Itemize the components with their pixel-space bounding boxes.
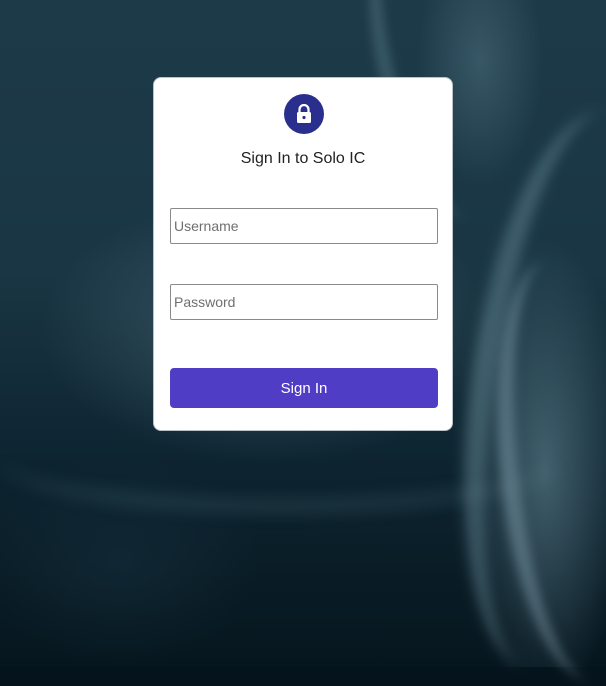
fabric-fold [478,253,606,686]
lock-badge [284,94,324,134]
password-input[interactable] [170,284,438,320]
login-card: Sign In to Solo IC Sign In [153,77,453,431]
username-input[interactable] [170,208,438,244]
sign-in-button[interactable]: Sign In [170,368,438,408]
lock-icon [297,104,311,123]
page-title: Sign In to Solo IC [240,150,366,167]
fabric-fold [431,99,606,681]
